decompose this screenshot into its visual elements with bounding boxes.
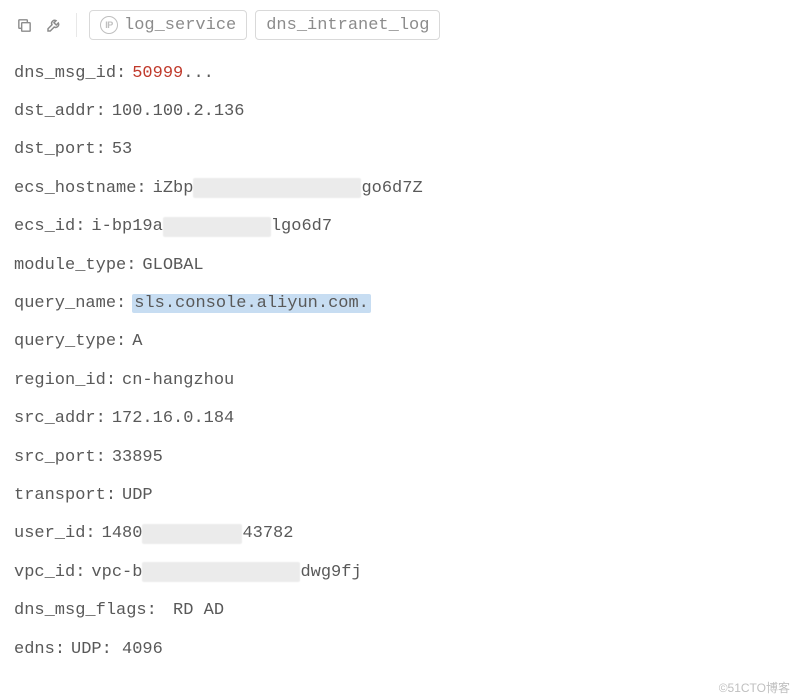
field-dns-msg-flags: dns_msg_flags: RD AD — [14, 591, 784, 629]
field-key: ecs_id — [14, 218, 75, 235]
field-value: 172.16.0.184 — [112, 410, 234, 427]
watermark: ©51CTO博客 — [719, 682, 790, 694]
redacted-region — [163, 217, 271, 237]
field-key: dst_port — [14, 141, 96, 158]
field-key: ecs_hostname — [14, 180, 136, 197]
field-value: UDP — [122, 487, 153, 504]
field-separator: : — [116, 295, 126, 312]
field-value: A — [132, 333, 142, 350]
field-src-addr: src_addr: 172.16.0.184 — [14, 400, 784, 438]
field-value: UDP: 4096 — [71, 641, 163, 658]
field-value-post: go6d7Z — [361, 180, 422, 197]
field-key: dns_msg_id — [14, 65, 116, 82]
field-region-id: region_id: cn-hangzhou — [14, 361, 784, 399]
redacted-region — [193, 178, 361, 198]
field-key: user_id — [14, 525, 85, 542]
field-query-type: query_type: A — [14, 323, 784, 361]
field-separator: : — [85, 525, 95, 542]
field-separator: : — [136, 180, 146, 197]
field-value-post: 43782 — [242, 525, 293, 542]
field-value: 50999 — [132, 65, 183, 82]
field-ecs-hostname: ecs_hostname: iZbp go6d7Z — [14, 169, 784, 207]
field-separator: : — [75, 218, 85, 235]
field-separator: : — [106, 487, 116, 504]
field-module-type: module_type: GLOBAL — [14, 246, 784, 284]
ip-badge-icon: IP — [100, 16, 118, 34]
field-key: edns — [14, 641, 55, 658]
field-value-pre: 1480 — [102, 525, 143, 542]
field-separator: : — [126, 257, 136, 274]
tag-label: log_service — [124, 17, 236, 34]
field-value: GLOBAL — [142, 257, 203, 274]
field-ecs-id: ecs_id: i-bp19a lgo6d7 — [14, 208, 784, 246]
field-separator: : — [96, 449, 106, 466]
field-query-name: query_name: sls.console.aliyun.com. — [14, 284, 784, 322]
field-key: region_id — [14, 372, 106, 389]
field-key: query_type — [14, 333, 116, 350]
field-separator: : — [147, 602, 157, 619]
tools-icon[interactable] — [44, 15, 64, 35]
field-dns-msg-id: dns_msg_id: 50999... — [14, 54, 784, 92]
field-value-pre: i-bp19a — [91, 218, 162, 235]
field-user-id: user_id: 1480 43782 — [14, 515, 784, 553]
field-value-pre: vpc-b — [91, 564, 142, 581]
field-key: module_type — [14, 257, 126, 274]
field-src-port: src_port: 33895 — [14, 438, 784, 476]
tag-label: dns_intranet_log — [266, 17, 429, 34]
field-separator: : — [75, 564, 85, 581]
field-value-pre: iZbp — [153, 180, 194, 197]
tag-log-service[interactable]: IP log_service — [89, 10, 247, 40]
field-value: 53 — [112, 141, 132, 158]
field-value-post: dwg9fj — [300, 564, 361, 581]
field-key: vpc_id — [14, 564, 75, 581]
field-separator: : — [96, 410, 106, 427]
field-key: transport — [14, 487, 106, 504]
field-value: RD AD — [163, 602, 224, 619]
field-dst-addr: dst_addr: 100.100.2.136 — [14, 92, 784, 130]
field-value: cn-hangzhou — [122, 372, 234, 389]
toolbar-divider — [76, 13, 77, 37]
redacted-region — [142, 562, 300, 582]
field-dst-port: dst_port: 53 — [14, 131, 784, 169]
field-vpc-id: vpc_id: vpc-b dwg9fj — [14, 553, 784, 591]
log-fields: dns_msg_id: 50999...dst_addr: 100.100.2.… — [14, 54, 784, 668]
field-separator: : — [116, 65, 126, 82]
field-key: src_port — [14, 449, 96, 466]
field-value-post: lgo6d7 — [271, 218, 332, 235]
field-separator: : — [55, 641, 65, 658]
field-value: sls.console.aliyun.com. — [132, 294, 371, 313]
field-separator: : — [106, 372, 116, 389]
tag-dns-intranet-log[interactable]: dns_intranet_log — [255, 10, 440, 40]
field-key: dns_msg_flags — [14, 602, 147, 619]
redacted-region — [142, 524, 242, 544]
field-transport: transport: UDP — [14, 476, 784, 514]
field-separator: : — [116, 333, 126, 350]
field-key: dst_addr — [14, 103, 96, 120]
field-key: src_addr — [14, 410, 96, 427]
field-separator: : — [96, 141, 106, 158]
toolbar: IP log_service dns_intranet_log — [14, 10, 784, 40]
field-value-suffix: ... — [183, 65, 214, 82]
field-value: 100.100.2.136 — [112, 103, 245, 120]
field-key: query_name — [14, 295, 116, 312]
field-value: 33895 — [112, 449, 163, 466]
field-edns: edns: UDP: 4096 — [14, 630, 784, 668]
field-separator: : — [96, 103, 106, 120]
copy-icon[interactable] — [14, 15, 34, 35]
